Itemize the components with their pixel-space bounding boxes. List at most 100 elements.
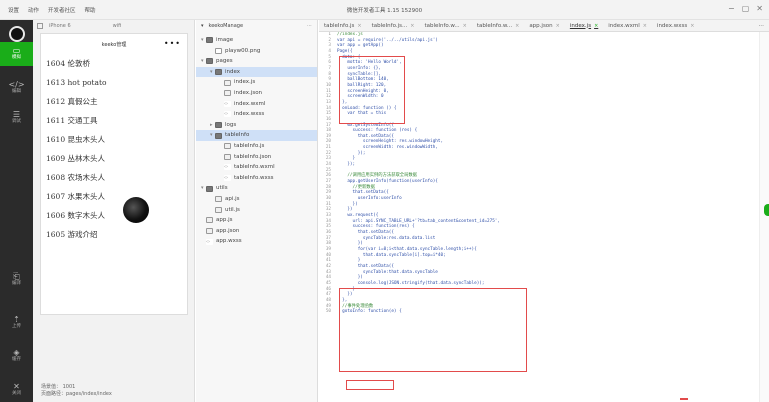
tab-label: index.js <box>569 22 592 29</box>
tree-label: app.json <box>216 227 240 234</box>
code-text: }); <box>337 162 356 168</box>
list-item[interactable]: 1611 交通工具 <box>46 111 187 130</box>
tree-folder[interactable]: ▾ tableInfo <box>196 130 317 141</box>
tree-file[interactable]: app.js <box>196 215 317 226</box>
tree-label: pages <box>216 58 233 65</box>
window-title: 微信开发者工具 1.15 152900 <box>346 8 423 14</box>
list-item[interactable]: 1609 丛林木头人 <box>46 149 187 168</box>
device-select[interactable]: iPhone 6 <box>49 23 71 29</box>
tree-file[interactable]: util.js <box>196 205 317 216</box>
menu-actions[interactable]: 动作 <box>28 6 39 14</box>
tree-file[interactable]: ‹› index.wxss <box>196 109 317 120</box>
tree-file[interactable]: index.js <box>196 77 317 88</box>
activity-bar: ▭ 模拟 </> 编辑 ☰ 调试 ⎗ 编译 ⇡ 上传 ◈ 缓存 ✕ 关闭 <box>0 20 33 402</box>
activity-cache[interactable]: ◈ 缓存 <box>0 348 33 363</box>
folder-icon <box>206 37 213 44</box>
network-select[interactable]: wifi <box>113 23 122 29</box>
tree-label: utils <box>216 185 228 192</box>
tab-label: tableInfo.w... <box>476 22 513 29</box>
editor-tab[interactable]: index.wxml × <box>603 20 652 31</box>
tree-label: tableInfo.js <box>234 142 265 149</box>
tab-close-icon[interactable]: × <box>594 23 598 29</box>
tree-folder[interactable]: ▾ utils <box>196 183 317 194</box>
tree-folder[interactable]: ▸ logs <box>196 120 317 131</box>
editor-tab[interactable]: index.wxss × <box>652 20 699 31</box>
tree-file[interactable]: tableInfo.json <box>196 152 317 163</box>
list-item[interactable]: 1612 真假公主 <box>46 92 187 111</box>
close-window-icon[interactable]: ✕ <box>756 4 763 13</box>
menu-community[interactable]: 开发者社区 <box>48 6 76 14</box>
tab-close-icon[interactable]: × <box>690 23 694 29</box>
list-item[interactable]: 1610 昆虫木头人 <box>46 130 187 149</box>
activity-label: 缓存 <box>12 357 21 362</box>
tab-close-icon[interactable]: × <box>515 23 519 29</box>
editor-tab[interactable]: tableInfo.js... × <box>367 20 420 31</box>
folder-icon <box>215 122 222 129</box>
file-icon: ‹› <box>224 164 231 171</box>
floating-ball[interactable] <box>123 197 149 223</box>
collapse-icon[interactable]: ▾ <box>201 23 204 29</box>
activity-label: 模拟 <box>12 55 21 60</box>
activity-debugger[interactable]: ☰ 调试 <box>0 110 33 125</box>
tree-file[interactable]: ‹› app.wxss <box>196 236 317 247</box>
tab-close-icon[interactable]: × <box>463 23 467 29</box>
scene-value: 场景值： 1001 <box>41 384 76 390</box>
activity-simulator[interactable]: ▭ 模拟 <box>0 42 33 66</box>
phone-nav-title: keeko管理 <box>101 41 127 48</box>
window-controls: − ▢ ✕ <box>728 4 763 13</box>
list-item[interactable]: 1607 水果木头人 <box>46 187 187 206</box>
editor-scrollbar[interactable] <box>759 32 769 402</box>
activity-editor[interactable]: </> 编辑 <box>0 80 33 95</box>
avatar[interactable] <box>9 26 25 42</box>
tree-file[interactable]: ‹› tableInfo.wxss <box>196 173 317 184</box>
activity-upload[interactable]: ⇡ 上传 <box>0 315 33 330</box>
tree-folder[interactable]: ▾ image <box>196 35 317 46</box>
more-menu-icon[interactable]: ••• <box>164 39 181 48</box>
editor-tab[interactable]: app.json × <box>524 20 565 31</box>
editor-tab[interactable]: tableInfo.js × <box>319 20 367 31</box>
tree-file[interactable]: tableInfo.js <box>196 141 317 152</box>
editor-tab[interactable]: tableInfo.w... × <box>472 20 524 31</box>
tree-file[interactable]: ‹› index.wxml <box>196 99 317 110</box>
tab-label: app.json <box>529 22 553 29</box>
menu-settings[interactable]: 设置 <box>8 6 19 14</box>
tab-close-icon[interactable]: × <box>357 23 361 29</box>
tree-folder[interactable]: ▾ pages <box>196 56 317 67</box>
menu-help[interactable]: 帮助 <box>85 6 96 14</box>
tab-close-icon[interactable]: × <box>556 23 560 29</box>
tab-label: index.wxml <box>608 22 640 29</box>
tree-file[interactable]: ‹› tableInfo.wxml <box>196 162 317 173</box>
code-text: console.log(JSON.stringify(that.data.syn… <box>337 280 485 286</box>
list-item[interactable]: 1604 伦敦桥 <box>46 54 187 73</box>
activity-close[interactable]: ✕ 关闭 <box>0 382 33 397</box>
file-tree: ▾ image playw00.png ▾ pages ▾ index index.js ind… <box>196 32 317 247</box>
tab-close-icon[interactable]: × <box>410 23 414 29</box>
side-float-button[interactable] <box>764 204 769 216</box>
list-item[interactable]: 1608 农场木头人 <box>46 168 187 187</box>
tabs-more-icon[interactable]: ⋯ <box>754 20 769 31</box>
tree-file[interactable]: playw00.png <box>196 46 317 57</box>
tree-label: index <box>225 68 241 75</box>
tab-label: tableInfo.js <box>324 22 355 29</box>
editor-tab[interactable]: index.js × <box>565 20 603 31</box>
list-item[interactable]: 1605 游戏介绍 <box>46 225 187 244</box>
tab-label: index.wxss <box>656 22 688 29</box>
activity-compile[interactable]: ⎗ 编译 <box>0 272 33 287</box>
more-icon[interactable]: ⋯ <box>307 23 312 29</box>
editor-tab[interactable]: tableInfo.w... × <box>419 20 471 31</box>
tree-label: index.json <box>234 89 263 96</box>
list-item[interactable]: 1613 hot potato <box>46 73 187 92</box>
device-checkbox[interactable] <box>37 23 43 29</box>
tree-folder[interactable]: ▾ index <box>196 66 317 78</box>
tree-label: logs <box>225 121 237 128</box>
file-icon: ‹› <box>224 175 231 182</box>
minimize-icon[interactable]: − <box>728 4 735 13</box>
list-item[interactable]: 1606 数字木头人 <box>46 206 187 225</box>
tree-file[interactable]: api.js <box>196 194 317 205</box>
tree-label: util.js <box>225 206 240 213</box>
maximize-icon[interactable]: ▢ <box>742 4 750 13</box>
tree-file[interactable]: index.json <box>196 88 317 99</box>
menu-bar: 设置 动作 开发者社区 帮助 <box>0 6 96 14</box>
tree-file[interactable]: app.json <box>196 226 317 237</box>
tab-close-icon[interactable]: × <box>643 23 647 29</box>
